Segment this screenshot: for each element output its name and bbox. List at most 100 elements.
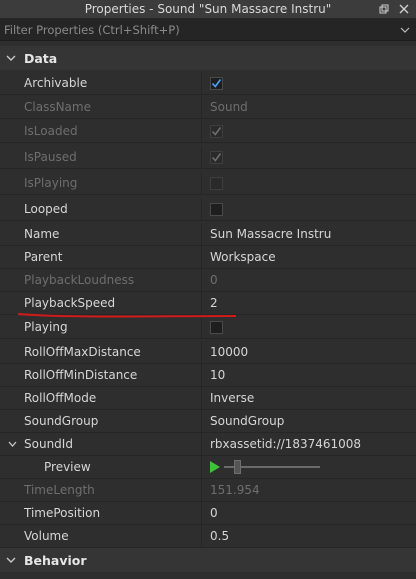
preview-controls: [210, 460, 320, 474]
property-name: ClassName: [0, 96, 202, 118]
filter-properties-input[interactable]: [0, 18, 398, 41]
section-title: Behavior: [24, 552, 87, 568]
property-row-isplaying[interactable]: IsPlaying: [0, 172, 416, 195]
checkbox: [210, 176, 223, 190]
property-value[interactable]: [202, 198, 416, 220]
filter-bar: [0, 18, 416, 41]
property-row-isloaded[interactable]: IsLoaded: [0, 120, 416, 143]
property-row-playbackspeed[interactable]: PlaybackSpeed 2: [0, 292, 416, 315]
property-name: SoundId: [0, 433, 202, 455]
property-name: IsLoaded: [0, 120, 202, 142]
property-row-archivable[interactable]: Archivable: [0, 72, 416, 95]
property-value[interactable]: 0.5: [202, 525, 416, 547]
close-icon[interactable]: [398, 3, 410, 15]
checkbox: [210, 124, 223, 138]
property-row-rolloffmindistance[interactable]: RollOffMinDistance 10: [0, 364, 416, 387]
chevron-down-icon: [6, 557, 16, 563]
property-name: RollOffMaxDistance: [0, 341, 202, 363]
property-value[interactable]: [202, 456, 416, 478]
float-window-icon[interactable]: [378, 3, 390, 15]
property-name: TimeLength: [0, 479, 202, 501]
property-value[interactable]: Workspace: [202, 246, 416, 268]
property-name: Volume: [0, 525, 202, 547]
section-title: Data: [24, 50, 58, 66]
property-name: IsPlaying: [0, 172, 202, 194]
property-row-playing[interactable]: Playing: [0, 316, 416, 339]
preview-slider[interactable]: [224, 460, 320, 474]
property-value[interactable]: [202, 72, 416, 94]
property-value[interactable]: 0: [202, 502, 416, 524]
property-row-preview[interactable]: Preview: [0, 456, 416, 479]
checkbox[interactable]: [210, 202, 223, 216]
property-value[interactable]: [202, 316, 416, 338]
property-value: 0: [202, 269, 416, 291]
property-name: Looped: [0, 198, 202, 220]
checkmark-icon: [211, 78, 222, 88]
property-row-timeposition[interactable]: TimePosition 0: [0, 502, 416, 525]
property-value-text: 0: [210, 506, 218, 520]
property-row-volume[interactable]: Volume 0.5: [0, 525, 416, 548]
property-value[interactable]: 10000: [202, 341, 416, 363]
window-titlebar: Properties - Sound "Sun Massacre Instru": [0, 0, 416, 19]
property-value: 151.954: [202, 479, 416, 501]
slider-thumb[interactable]: [234, 460, 241, 474]
property-value[interactable]: rbxassetid://1837461008: [202, 433, 416, 455]
property-value-text: 2: [210, 296, 218, 310]
property-row-parent[interactable]: Parent Workspace: [0, 246, 416, 269]
property-value: [202, 146, 416, 168]
property-value-text: Sun Massacre Instru: [210, 227, 332, 241]
property-value-text: 0: [210, 273, 218, 287]
property-name: PlaybackSpeed: [0, 292, 202, 314]
property-row-looped[interactable]: Looped: [0, 198, 416, 221]
property-row-rolloffmode[interactable]: RollOffMode Inverse: [0, 387, 416, 410]
property-row-ispaused[interactable]: IsPaused: [0, 146, 416, 169]
checkbox[interactable]: [210, 76, 223, 90]
property-name: Parent: [0, 246, 202, 268]
chevron-down-icon[interactable]: [398, 27, 412, 33]
property-value-text: 0.5: [210, 529, 230, 543]
property-value-text: Sound: [210, 100, 248, 114]
property-name: Name: [0, 223, 202, 245]
property-name: RollOffMinDistance: [0, 364, 202, 386]
property-value-text: 151.954: [210, 483, 260, 497]
checkbox: [210, 150, 223, 164]
property-row-rolloffmaxdistance[interactable]: RollOffMaxDistance 10000: [0, 341, 416, 364]
property-value[interactable]: SoundGroup: [202, 410, 416, 432]
checkmark-icon: [211, 126, 222, 136]
checkbox[interactable]: [210, 320, 223, 334]
window-title: Properties - Sound "Sun Massacre Instru": [84, 2, 332, 16]
property-value[interactable]: Sun Massacre Instru: [202, 223, 416, 245]
property-value: [202, 120, 416, 142]
property-value[interactable]: Inverse: [202, 387, 416, 409]
property-row-timelength[interactable]: TimeLength 151.954: [0, 479, 416, 502]
section-behavior-header[interactable]: Behavior: [0, 548, 416, 572]
property-name: Archivable: [0, 72, 202, 94]
property-value-text: SoundGroup: [210, 414, 285, 428]
property-value: Sound: [202, 96, 416, 118]
property-value-text: Workspace: [210, 250, 276, 264]
property-name: TimePosition: [0, 502, 202, 524]
property-name: IsPaused: [0, 146, 202, 168]
property-name: Preview: [0, 456, 202, 478]
property-value: [202, 172, 416, 194]
property-name: RollOffMode: [0, 387, 202, 409]
property-value-text: 10: [210, 368, 226, 382]
chevron-down-icon: [6, 55, 16, 61]
property-row-playbackloudness[interactable]: PlaybackLoudness 0: [0, 269, 416, 292]
property-value-text: rbxassetid://1837461008: [210, 437, 362, 451]
property-row-soundid[interactable]: SoundId rbxassetid://1837461008: [0, 433, 416, 456]
property-name: SoundGroup: [0, 410, 202, 432]
property-row-soundgroup[interactable]: SoundGroup SoundGroup: [0, 410, 416, 433]
checkmark-icon: [211, 152, 222, 162]
section-data-header[interactable]: Data: [0, 46, 416, 70]
property-value-text: 10000: [210, 345, 249, 359]
property-row-name[interactable]: Name Sun Massacre Instru: [0, 223, 416, 246]
property-value[interactable]: 2: [202, 292, 416, 314]
property-value-text: Inverse: [210, 391, 255, 405]
chevron-down-icon[interactable]: [8, 441, 17, 447]
property-name: Playing: [0, 316, 202, 338]
property-value[interactable]: 10: [202, 364, 416, 386]
property-row-classname[interactable]: ClassName Sound: [0, 96, 416, 119]
play-icon[interactable]: [210, 461, 220, 473]
property-name: PlaybackLoudness: [0, 269, 202, 291]
